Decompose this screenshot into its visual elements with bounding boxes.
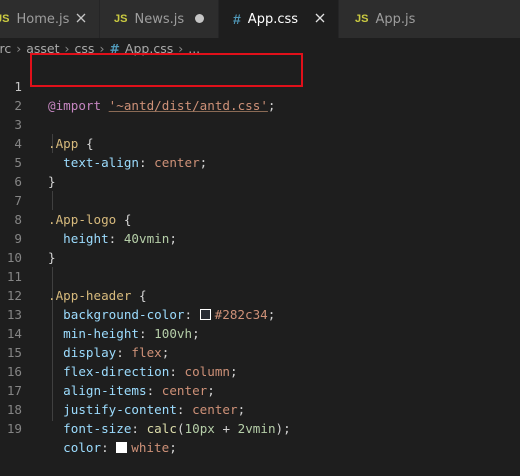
- property: font-size: [63, 421, 132, 436]
- code-line: 11 .App-header {: [0, 248, 520, 303]
- code-line: 16 align-items: center;: [0, 343, 520, 398]
- tab-label: Home.js: [16, 11, 70, 27]
- code-line: 3 .App {: [0, 96, 520, 151]
- tab-app-css[interactable]: # App.css: [219, 0, 339, 38]
- tab-home-js[interactable]: JS Home.js: [0, 0, 100, 38]
- unsaved-dot-icon[interactable]: [195, 14, 204, 23]
- code-line: 7 .App-logo {: [0, 172, 520, 227]
- editor-tab-bar: JS Home.js JS News.js # App.css JS App.j…: [0, 0, 520, 38]
- code-line: 8 height: 40vmin;: [0, 191, 520, 246]
- tab-label: News.js: [134, 11, 185, 27]
- annotation-highlight-box: [30, 53, 303, 87]
- code-line: 12 background-color: #282c34;: [0, 267, 520, 322]
- code-line: 15 flex-direction: column;: [0, 324, 520, 379]
- close-icon[interactable]: [312, 10, 328, 26]
- code-editor[interactable]: 1 @import '~antd/dist/antd.css'; 2 3 .Ap…: [0, 58, 520, 455]
- code-line: 14 display: flex;: [0, 305, 520, 360]
- tab-label: App.css: [247, 11, 299, 27]
- value: white: [131, 440, 170, 455]
- code-line: 9 }: [0, 210, 520, 265]
- value: 2vmin: [237, 421, 276, 436]
- js-file-icon: JS: [0, 13, 10, 25]
- tab-label: App.js: [375, 11, 416, 27]
- tab-app-js[interactable]: JS App.js: [339, 0, 520, 38]
- code-line: 19 color: white;: [0, 400, 520, 455]
- property: color: [63, 440, 102, 455]
- code-line: 6: [0, 153, 520, 189]
- css-file-icon: #: [233, 11, 241, 27]
- line-number: 19: [6, 421, 22, 436]
- chevron-right-icon: ›: [16, 40, 22, 56]
- close-icon[interactable]: [73, 10, 89, 26]
- js-file-icon: JS: [355, 13, 369, 25]
- function-name: calc: [146, 421, 177, 436]
- code-line: 10: [0, 229, 520, 265]
- breadcrumb-item-src[interactable]: src: [0, 41, 11, 56]
- value: 10px: [184, 421, 215, 436]
- tab-news-js[interactable]: JS News.js: [100, 0, 219, 38]
- code-line: 18 font-size: calc(10px + 2vmin);: [0, 381, 520, 436]
- color-swatch-icon[interactable]: [116, 442, 128, 453]
- code-line: 4 text-align: center;: [0, 115, 520, 170]
- code-line: 13 min-height: 100vh;: [0, 286, 520, 341]
- code-line: 17 justify-content: center;: [0, 362, 520, 417]
- code-line: 5 }: [0, 134, 520, 189]
- js-file-icon: JS: [114, 13, 128, 25]
